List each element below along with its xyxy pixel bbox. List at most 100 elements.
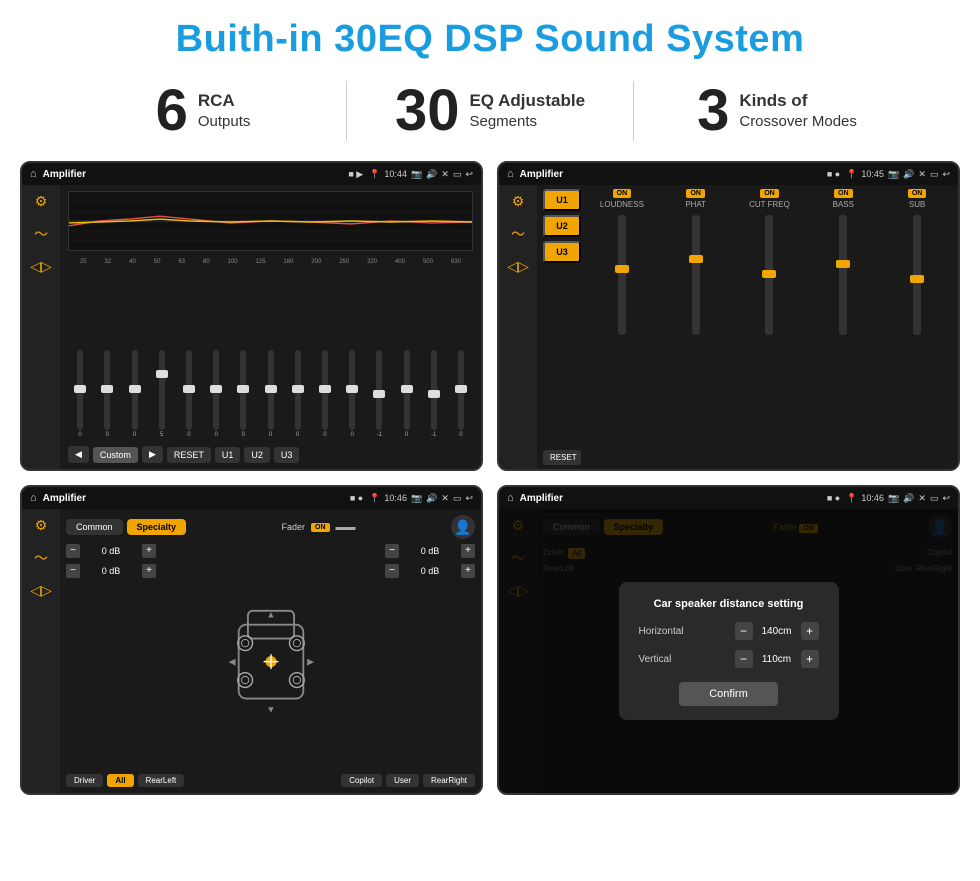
slider-track-12[interactable] — [376, 350, 382, 430]
slider-track-2[interactable] — [104, 350, 110, 430]
bal-db-row-2: − 0 dB + — [66, 564, 156, 578]
ch-label-loudness: LOUDNESS — [600, 200, 644, 209]
window-icon-2: ▭ — [930, 169, 939, 180]
home-icon-2[interactable]: ⌂ — [507, 168, 514, 180]
db-minus-1[interactable]: − — [66, 544, 80, 558]
slider-track-3[interactable] — [132, 350, 138, 430]
stat-eq-number: 30 — [395, 82, 460, 140]
eq-controls: ◀ Custom ▶ RESET U1 U2 U3 — [68, 446, 473, 463]
screen3-content: ⚙ 〜 ◁▷ Common Specialty Fader ON ▬▬ 👤 — [22, 509, 481, 793]
prev-btn[interactable]: ◀ — [68, 446, 89, 463]
slider-track-11[interactable] — [349, 350, 355, 430]
home-icon-3[interactable]: ⌂ — [30, 492, 37, 504]
db-plus-1[interactable]: + — [142, 544, 156, 558]
speaker-icon-1[interactable]: ◁▷ — [30, 258, 52, 275]
vertical-plus-btn[interactable]: + — [801, 650, 819, 668]
fader-row: Fader ON ▬▬ — [282, 522, 356, 533]
horizontal-minus-btn[interactable]: − — [735, 622, 753, 640]
slider-track-9[interactable] — [295, 350, 301, 430]
status-icons-2: 📍 10:45 📷 🔊 ✕ ▭ ↩ — [846, 169, 950, 180]
ch-on-bass: ON — [834, 189, 853, 198]
ch-track-loudness[interactable] — [618, 215, 626, 335]
db-plus-2[interactable]: + — [142, 564, 156, 578]
db-minus-4[interactable]: − — [385, 564, 399, 578]
wave-icon-2[interactable]: 〜 — [511, 224, 525, 244]
ch-track-sub[interactable] — [913, 215, 921, 335]
slider-track-13[interactable] — [404, 350, 410, 430]
u2-btn[interactable]: U2 — [244, 447, 270, 463]
slider-track-4[interactable] — [159, 350, 165, 430]
window-icon-4: ▭ — [930, 493, 939, 504]
custom-btn[interactable]: Custom — [93, 447, 138, 463]
copilot-btn[interactable]: Copilot — [341, 774, 382, 787]
common-tab[interactable]: Common — [66, 519, 123, 535]
rearleft-btn[interactable]: RearLeft — [138, 774, 185, 787]
screen2-title: Amplifier — [520, 169, 563, 180]
play-btn[interactable]: ▶ — [142, 446, 163, 463]
vertical-minus-btn[interactable]: − — [735, 650, 753, 668]
slider-track-10[interactable] — [322, 350, 328, 430]
slider-track-14[interactable] — [431, 350, 437, 430]
u3-btn[interactable]: U3 — [274, 447, 300, 463]
all-btn[interactable]: All — [107, 774, 133, 787]
slider-track-15[interactable] — [458, 350, 464, 430]
confirm-button[interactable]: Confirm — [679, 682, 778, 706]
ch-track-phat[interactable] — [692, 215, 700, 335]
music-icon-2: ■ ● — [827, 169, 840, 179]
user-btn[interactable]: User — [386, 774, 419, 787]
db-minus-2[interactable]: − — [66, 564, 80, 578]
status-icons-1: 📍 10:44 📷 🔊 ✕ ▭ ↩ — [369, 169, 473, 180]
eq-icon-1[interactable]: ⚙ — [35, 193, 48, 210]
status-bar-1: ⌂ Amplifier ■ ▶ 📍 10:44 📷 🔊 ✕ ▭ ↩ — [22, 163, 481, 185]
eq-icon-3[interactable]: ⚙ — [35, 517, 48, 534]
dialog-horizontal-row: Horizontal − 140cm + — [639, 622, 819, 640]
sidebar-3: ⚙ 〜 ◁▷ — [22, 509, 60, 793]
camera-icon-2: 📷 — [888, 169, 899, 180]
stat-eq-label: EQ Adjustable Segments — [469, 90, 585, 132]
home-icon-4[interactable]: ⌂ — [507, 492, 514, 504]
amp-presets: U1 U2 U3 RESET — [543, 189, 581, 465]
home-icon-1[interactable]: ⌂ — [30, 168, 37, 180]
bal-header: Common Specialty Fader ON ▬▬ 👤 — [66, 515, 475, 539]
preset-u3[interactable]: U3 — [543, 241, 581, 263]
wave-icon-1[interactable]: 〜 — [34, 224, 48, 244]
time-1: 10:44 — [384, 169, 407, 179]
preset-u2[interactable]: U2 — [543, 215, 581, 237]
back-icon-2: ↩ — [942, 169, 950, 180]
screen4-title: Amplifier — [520, 493, 563, 504]
slider-track-1[interactable] — [77, 350, 83, 430]
db-plus-4[interactable]: + — [461, 564, 475, 578]
speaker-icon-3[interactable]: ◁▷ — [30, 582, 52, 599]
svg-text:▶: ▶ — [307, 656, 314, 666]
preset-u1[interactable]: U1 — [543, 189, 581, 211]
slider-track-6[interactable] — [213, 350, 219, 430]
ch-track-bass[interactable] — [839, 215, 847, 335]
status-bar-3: ⌂ Amplifier ■ ● 📍 10:46 📷 🔊 ✕ ▭ ↩ — [22, 487, 481, 509]
reset-btn[interactable]: RESET — [167, 447, 211, 463]
camera-icon-4: 📷 — [888, 493, 899, 504]
ch-track-cutfreq[interactable] — [765, 215, 773, 335]
bal-right: − 0 dB + − 0 dB + — [385, 544, 475, 769]
amp-reset-btn[interactable]: RESET — [543, 450, 581, 465]
slider-track-8[interactable] — [268, 350, 274, 430]
person-icon: 👤 — [451, 515, 475, 539]
speaker-icon-2[interactable]: ◁▷ — [507, 258, 529, 275]
horizontal-value: 140cm — [757, 626, 797, 637]
slider-1: 0 — [68, 350, 92, 438]
wave-icon-3[interactable]: 〜 — [34, 548, 48, 568]
driver-btn[interactable]: Driver — [66, 774, 103, 787]
fader-slider: ▬▬ — [336, 522, 356, 533]
dialog-box: Car speaker distance setting Horizontal … — [619, 582, 839, 720]
slider-track-7[interactable] — [240, 350, 246, 430]
db-minus-3[interactable]: − — [385, 544, 399, 558]
u1-btn[interactable]: U1 — [215, 447, 241, 463]
ch-on-sub: ON — [908, 189, 927, 198]
rearright-btn[interactable]: RearRight — [423, 774, 475, 787]
sidebar-2: ⚙ 〜 ◁▷ — [499, 185, 537, 469]
close-icon-1: ✕ — [441, 169, 449, 180]
horizontal-plus-btn[interactable]: + — [801, 622, 819, 640]
specialty-tab[interactable]: Specialty — [127, 519, 187, 535]
eq-icon-2[interactable]: ⚙ — [512, 193, 525, 210]
slider-track-5[interactable] — [186, 350, 192, 430]
db-plus-3[interactable]: + — [461, 544, 475, 558]
